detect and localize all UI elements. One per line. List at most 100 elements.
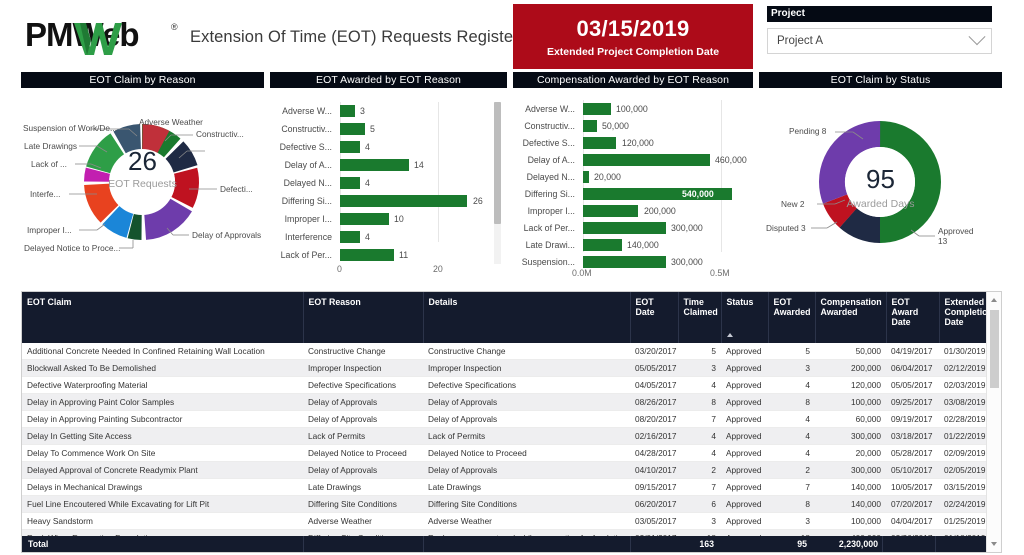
column-header-eot-date[interactable]: EOT Date (630, 292, 679, 343)
cell-eot-awarded: 8 (768, 393, 815, 412)
column-header-eot-award-date[interactable]: EOT Award Date (886, 292, 940, 343)
cell-eot-reason: Defective Specifications (303, 376, 423, 395)
bar-row[interactable]: Adverse W... 3 (270, 102, 507, 120)
bar-row[interactable]: Lack of Per... 300,000 (513, 219, 753, 237)
donut-label-approved-text: Approved (938, 226, 974, 236)
project-select[interactable]: Project A (767, 28, 992, 54)
column-header-eot-reason[interactable]: EOT Reason (303, 292, 424, 343)
bar-row[interactable]: Delayed N... 20,000 (513, 168, 753, 186)
bar-rect[interactable] (340, 141, 360, 153)
eot-requests-table[interactable]: EOT Claim EOT Reason Details EOT Date Ti… (21, 291, 1002, 553)
cell-eot-claim: Delay in Approving Painting Subcontracto… (22, 410, 303, 429)
bar-rect[interactable] (583, 171, 589, 183)
bar-rect[interactable] (583, 205, 639, 217)
bar-row[interactable]: Differing Si... 26 (270, 192, 507, 210)
bar-rect[interactable] (340, 159, 409, 171)
chart-eot-claim-by-status[interactable]: 95 Awarded Days Pending 8 New 2 Disputed… (759, 88, 1002, 280)
sort-ascending-icon[interactable] (726, 333, 733, 337)
donut-label-suspension-of-work: Suspension of Work/De... (23, 123, 117, 133)
cell-details: Improper Inspection (423, 359, 630, 378)
scroll-up-arrow-icon[interactable] (991, 298, 997, 302)
bar-rect[interactable] (583, 239, 622, 251)
bar-row[interactable]: Delayed N... 4 (270, 174, 507, 192)
bar-row[interactable]: Delay of A... 14 (270, 156, 507, 174)
chevron-down-icon[interactable] (968, 28, 986, 46)
table-row[interactable]: Additional Concrete Needed In Confined R… (22, 343, 987, 361)
page-title: Extension Of Time (EOT) Requests Registe… (190, 28, 519, 46)
bar-rect[interactable] (340, 123, 365, 135)
bar-row[interactable]: Defective S... 4 (270, 138, 507, 156)
cell-details: Delay of Approvals (423, 393, 630, 412)
donut-label-approved: Approved 13 (938, 226, 974, 246)
table-row[interactable]: Blockwall Asked To Be Demolished Imprope… (22, 359, 987, 378)
bar-rect[interactable] (340, 213, 389, 225)
scroll-down-arrow-icon[interactable] (991, 542, 997, 546)
chart-compensation-awarded-by-eot-reason[interactable]: Adverse W... 100,000 Constructiv... 50,0… (513, 88, 753, 280)
column-header-details[interactable]: Details (423, 292, 631, 343)
cell-compensation: 140,000 (815, 478, 886, 497)
bar-rect[interactable] (340, 195, 468, 207)
bar-category-label: Interference (285, 232, 332, 242)
panel-title-eot-claim-by-reason: EOT Claim by Reason (21, 72, 264, 88)
table-row[interactable]: Fuel Line Encoutered While Excavating fo… (22, 495, 987, 514)
bar-row[interactable]: Differing Si... 540,000 (513, 185, 753, 203)
bar-row[interactable]: Constructiv... 50,000 (513, 117, 753, 135)
table-row[interactable]: Delays in Mechanical Drawings Late Drawi… (22, 478, 987, 497)
table-row[interactable]: Delayed Approval of Concrete Readymix Pl… (22, 461, 987, 480)
column-header-eot-claim[interactable]: EOT Claim (22, 292, 304, 343)
bar-category-label: Improper I... (527, 206, 575, 216)
bar-row[interactable]: Adverse W... 100,000 (513, 100, 753, 118)
bar-rect[interactable] (340, 105, 355, 117)
bar-row[interactable]: Lack of Per... 11 (270, 246, 507, 264)
table-row[interactable]: Delay In Getting Site Access Lack of Per… (22, 427, 987, 446)
bar-value-label: 11 (399, 250, 409, 260)
cell-eot-reason: Delay of Approvals (303, 410, 423, 429)
donut-label-pending: Pending 8 (789, 126, 827, 136)
bar-rect[interactable] (340, 231, 360, 243)
panel-eot-claim-by-reason: EOT Claim by Reason 26 EOT Requests Adve… (21, 72, 264, 280)
column-header-time-claimed[interactable]: Time Claimed (678, 292, 722, 343)
cell-status: Approved (721, 410, 768, 429)
cell-time-claimed: 5 (678, 343, 721, 361)
chart-scrollbar-thumb[interactable] (494, 102, 501, 224)
bar-row[interactable]: Late Drawi... 140,000 (513, 236, 753, 254)
column-header-status[interactable]: Status (721, 292, 769, 343)
donut-label-approved-value: 13 (938, 236, 948, 246)
column-header-compensation-awarded[interactable]: Compensation Awarded (815, 292, 887, 343)
cell-eot-date: 05/05/2017 (630, 359, 678, 378)
chart-eot-claim-by-reason[interactable]: 26 EOT Requests Adverse Weather Construc… (21, 88, 264, 280)
cell-eot-award-date: 05/10/2017 (886, 461, 939, 480)
bar-rect[interactable] (583, 103, 611, 115)
table-scrollbar-thumb[interactable] (990, 310, 999, 388)
table-scrollbar[interactable] (986, 292, 1001, 552)
bar-row[interactable]: Interference 4 (270, 228, 507, 246)
table-row[interactable]: Heavy Sandstorm Adverse Weather Adverse … (22, 512, 987, 531)
bar-row[interactable]: Improper I... 10 (270, 210, 507, 228)
table-row[interactable]: Delay in Approving Painting Subcontracto… (22, 410, 987, 429)
bar-row[interactable]: Delay of A... 460,000 (513, 151, 753, 169)
project-slicer[interactable]: Project Project A (767, 6, 992, 54)
cell-status: Approved (721, 444, 768, 463)
column-header-extended-completion-date[interactable]: Extended Completion Date (939, 292, 993, 343)
extended-completion-date-card: 03/15/2019 Extended Project Completion D… (513, 4, 753, 69)
bar-rect[interactable] (583, 137, 617, 149)
cell-compensation: 140,000 (815, 495, 886, 514)
bar-rect[interactable] (583, 256, 666, 268)
table-row[interactable]: Delay in Approving Paint Color Samples D… (22, 393, 987, 412)
bar-rect[interactable] (340, 249, 394, 261)
table-row[interactable]: Defective Waterproofing Material Defecti… (22, 376, 987, 395)
bar-rect[interactable] (583, 154, 710, 166)
cell-eot-awarded: 2 (768, 461, 815, 480)
donut-label-late-drawings: Late Drawings (24, 141, 78, 151)
table-row[interactable]: Delay To Commence Work On Site Delayed N… (22, 444, 987, 463)
bar-row[interactable]: Improper I... 200,000 (513, 202, 753, 220)
bar-rect[interactable] (583, 222, 666, 234)
chart-eot-awarded-by-eot-reason[interactable]: Adverse W... 3 Constructiv... 5 Defectiv… (270, 88, 507, 280)
bar-rect[interactable] (583, 120, 597, 132)
column-header-eot-awarded[interactable]: EOT Awarded (768, 292, 816, 343)
bar-rect[interactable] (340, 177, 360, 189)
bar-row[interactable]: Defective S... 120,000 (513, 134, 753, 152)
cell-eot-date: 03/20/2017 (630, 343, 678, 361)
cell-extended-date: 01/25/2019 (939, 512, 987, 531)
bar-row[interactable]: Constructiv... 5 (270, 120, 507, 138)
